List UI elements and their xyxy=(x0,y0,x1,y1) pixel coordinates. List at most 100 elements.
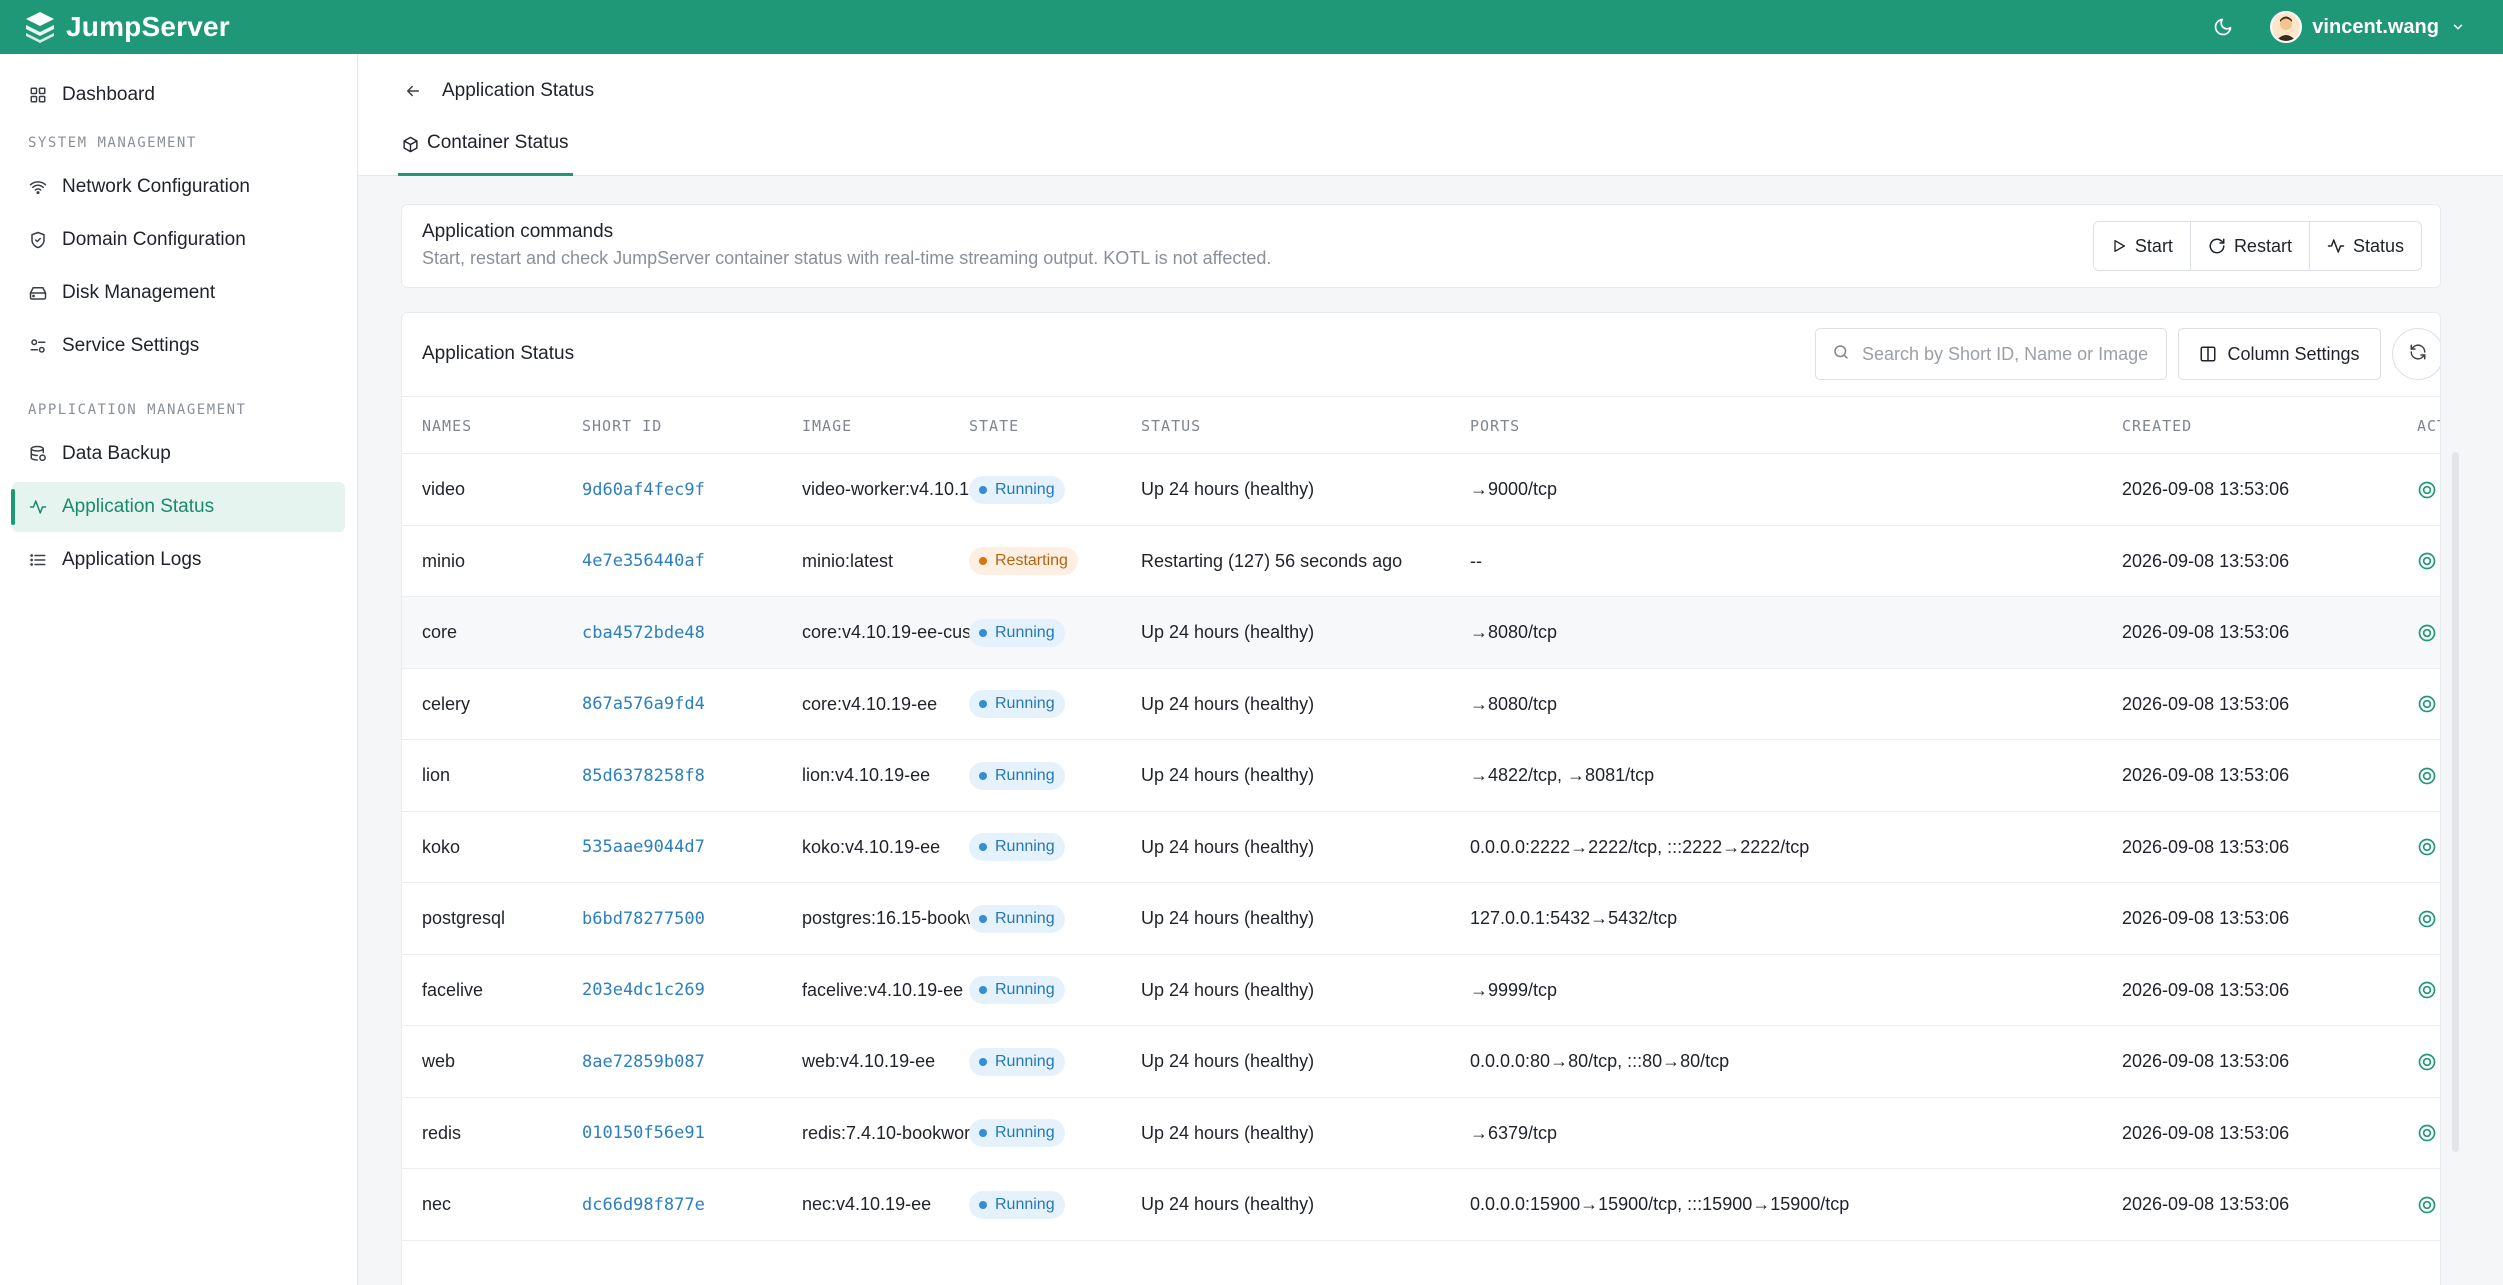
cell-state: Running xyxy=(969,669,1065,740)
column-header-created[interactable]: CREATED xyxy=(2122,397,2192,455)
status-detail-icon[interactable] xyxy=(2417,883,2437,954)
user-menu[interactable]: vincent.wang xyxy=(2270,11,2465,43)
sidebar-item-application-status[interactable]: Application Status xyxy=(11,482,345,532)
cell-state: Running xyxy=(969,1169,1065,1240)
brand[interactable]: JumpServer xyxy=(22,9,230,45)
sidebar-item-dashboard[interactable]: Dashboard xyxy=(12,70,345,120)
state-badge: Running xyxy=(969,976,1065,1004)
table-row[interactable]: minio 4e7e356440af minio:latest Restarting R… xyxy=(402,526,2440,597)
status-detail-icon[interactable] xyxy=(2417,669,2437,740)
state-dot-icon xyxy=(979,700,987,708)
cell-ports: 0.0.0.0:2222→2222/tcp, :::2222→2222/tcp xyxy=(1470,836,1810,857)
status-button-label: Status xyxy=(2352,235,2404,256)
cell-name: video xyxy=(422,479,466,499)
sidebar-item-network[interactable]: Network Configuration xyxy=(12,162,345,212)
cell-short-id[interactable]: 8ae72859b087 xyxy=(582,1026,705,1097)
shield-check-icon xyxy=(28,230,48,250)
column-header-actions: ACTIONS xyxy=(2417,417,2440,435)
restart-button[interactable]: Restart xyxy=(2189,222,2309,270)
state-label: Running xyxy=(995,838,1055,855)
state-label: Running xyxy=(995,695,1055,712)
state-label: Running xyxy=(995,623,1055,641)
columns-icon xyxy=(2199,345,2217,363)
start-button[interactable]: Start xyxy=(2093,222,2190,270)
cell-status: Up 24 hours (healthy) xyxy=(1141,979,1315,1000)
cell-short-id[interactable]: 4e7e356440af xyxy=(582,526,705,597)
page-title: Application Status xyxy=(442,80,595,101)
table-title: Application Status xyxy=(422,343,575,364)
table-row[interactable]: nec dc66d98f877e nec:v4.10.19-ee Running Up … xyxy=(402,1169,2440,1241)
sidebar-item-data-backup[interactable]: Data Backup xyxy=(12,429,345,479)
sidebar-item-domain[interactable]: Domain Configuration xyxy=(12,215,345,265)
status-detail-icon[interactable] xyxy=(2417,1026,2437,1097)
arrow-left-icon[interactable] xyxy=(400,78,426,104)
moon-icon[interactable] xyxy=(2206,10,2240,44)
tab-container-status[interactable]: Container Status xyxy=(398,132,573,176)
column-header-names[interactable]: NAMES xyxy=(422,397,472,455)
cell-short-id[interactable]: b6bd78277500 xyxy=(582,883,705,954)
search-icon xyxy=(1832,343,1850,366)
table-row[interactable]: facelive 203e4dc1c269 facelive:v4.10.19-ee… xyxy=(402,955,2440,1026)
cell-created: 2026-09-08 13:53:06 xyxy=(2122,550,2290,571)
cell-state: Running xyxy=(969,883,1065,954)
cell-state: Running xyxy=(969,1026,1065,1097)
cell-status: Up 24 hours (healthy) xyxy=(1141,693,1315,714)
table-row[interactable]: web 8ae72859b087 web:v4.10.19-ee Running Up … xyxy=(402,1026,2440,1098)
status-detail-icon[interactable] xyxy=(2417,740,2437,811)
table-header: NAMES SHORT ID IMAGE STATE STATUS PORTS … xyxy=(402,396,2440,455)
dashboard-icon xyxy=(28,85,48,105)
status-detail-icon[interactable] xyxy=(2417,1098,2437,1169)
cell-name: facelive xyxy=(422,979,484,1000)
cell-short-id[interactable]: cba4572bde48 xyxy=(582,597,705,668)
cell-short-id[interactable]: 867a576a9fd4 xyxy=(582,669,705,740)
column-header-ports[interactable]: PORTS xyxy=(1470,397,1520,455)
column-header-short-id[interactable]: SHORT ID xyxy=(582,397,662,455)
status-detail-icon[interactable] xyxy=(2417,597,2437,668)
column-settings-button[interactable]: Column Settings xyxy=(2178,328,2381,380)
cell-status: Restarting (127) 56 seconds ago xyxy=(1141,550,1403,571)
sidebar-item-application-logs[interactable]: Application Logs xyxy=(12,535,345,585)
column-header-state[interactable]: STATE xyxy=(969,397,1019,455)
table-row[interactable]: core cba4572bde48 core:v4.10.19-ee-custom R… xyxy=(402,597,2440,669)
cell-short-id[interactable]: 9d60af4fec9f xyxy=(582,454,705,525)
cell-image: nec:v4.10.19-ee xyxy=(802,1194,932,1214)
state-badge: Running xyxy=(969,904,1065,933)
state-badge: Restarting xyxy=(969,547,1078,575)
column-header-status[interactable]: STATUS xyxy=(1141,397,1201,455)
sidebar-item-label: Application Status xyxy=(62,496,215,517)
cell-name: core xyxy=(422,622,458,642)
sidebar-item-disk[interactable]: Disk Management xyxy=(12,268,345,318)
status-button[interactable]: Status xyxy=(2308,222,2421,270)
cell-short-id[interactable]: 85d6378258f8 xyxy=(582,740,705,811)
state-badge: Running xyxy=(969,1119,1065,1147)
sidebar-item-service-settings[interactable]: Service Settings xyxy=(12,321,345,371)
status-detail-icon[interactable] xyxy=(2417,1169,2437,1240)
column-header-image[interactable]: IMAGE xyxy=(802,397,852,455)
status-detail-icon[interactable] xyxy=(2417,454,2437,525)
table-row[interactable]: celery 867a576a9fd4 core:v4.10.19-ee Runnin… xyxy=(402,669,2440,740)
search-input[interactable] xyxy=(1862,343,2152,365)
status-detail-icon[interactable] xyxy=(2417,812,2437,883)
status-detail-icon[interactable] xyxy=(2417,526,2437,597)
table-scrollbar[interactable] xyxy=(2452,452,2459,1152)
status-detail-icon[interactable] xyxy=(2417,955,2437,1026)
commands-description: Start, restart and check JumpServer cont… xyxy=(422,248,1272,268)
table-row[interactable]: video 9d60af4fec9f video-worker:v4.10.19-e… xyxy=(402,454,2440,526)
table-row[interactable]: redis 010150f56e91 redis:7.4.10-bookworm Ru… xyxy=(402,1098,2440,1169)
sidebar-section-system: SYSTEM MANAGEMENT xyxy=(28,135,197,151)
cell-created: 2026-09-08 13:53:06 xyxy=(2122,908,2290,928)
cell-short-id[interactable]: 203e4dc1c269 xyxy=(582,955,705,1026)
table-row[interactable]: koko 535aae9044d7 koko:v4.10.19-ee Running U… xyxy=(402,812,2440,883)
refresh-button[interactable] xyxy=(2392,328,2440,380)
avatar xyxy=(2270,11,2303,43)
cell-status: Up 24 hours (healthy) xyxy=(1141,765,1315,785)
state-label: Running xyxy=(995,1052,1055,1070)
cell-short-id[interactable]: 010150f56e91 xyxy=(582,1098,705,1169)
cell-state: Running xyxy=(969,597,1065,668)
cell-short-id[interactable]: 535aae9044d7 xyxy=(582,812,705,883)
table-row[interactable]: lion 85d6378258f8 lion:v4.10.19-ee Running U… xyxy=(402,740,2440,812)
activity-icon xyxy=(2327,237,2345,255)
cell-ports: →9000/tcp xyxy=(1470,479,1558,499)
table-row[interactable]: postgresql b6bd78277500 postgres:16.15-boo… xyxy=(402,883,2440,955)
cell-short-id[interactable]: dc66d98f877e xyxy=(582,1169,705,1240)
